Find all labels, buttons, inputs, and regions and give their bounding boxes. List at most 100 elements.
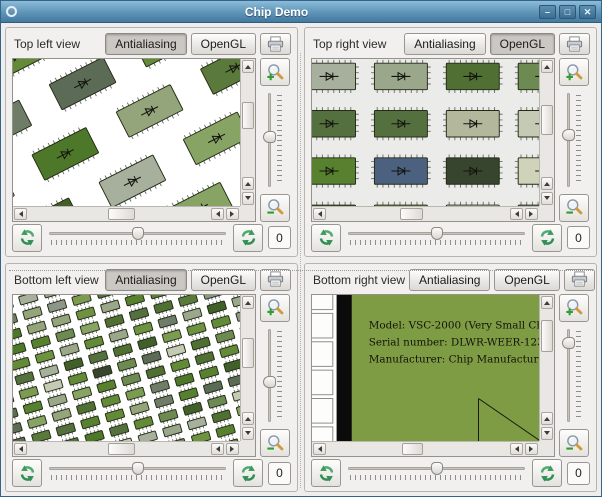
horizontal-scrollbar-thumb[interactable]	[108, 443, 136, 455]
opengl-button[interactable]: OpenGL	[489, 33, 555, 55]
rotate-slider[interactable]	[346, 225, 527, 251]
horizontal-scrollbar[interactable]	[312, 205, 539, 221]
rotate-left-button[interactable]	[311, 459, 341, 487]
rotate-right-button[interactable]	[233, 459, 263, 487]
zoom-slider-handle[interactable]	[562, 128, 575, 141]
graphics-view[interactable]	[12, 58, 256, 222]
rotate-right-button[interactable]	[532, 459, 562, 487]
vertical-scrollbar[interactable]	[240, 294, 255, 441]
zoom-slider-handle[interactable]	[263, 376, 276, 389]
rotate-slider-handle[interactable]	[430, 226, 443, 240]
zoom-slider[interactable]	[561, 327, 587, 425]
scroll-right-button[interactable]	[226, 443, 239, 455]
print-button[interactable]	[260, 268, 291, 291]
rotate-slider-handle[interactable]	[430, 462, 443, 475]
zoom-in-button[interactable]	[260, 293, 290, 322]
antialiasing-button[interactable]: Antialiasing	[105, 33, 187, 55]
rotate-slider[interactable]	[346, 460, 527, 486]
zoom-in-button[interactable]	[559, 58, 589, 86]
scroll-left-button-2[interactable]	[510, 207, 523, 220]
opengl-button[interactable]: OpenGL	[494, 268, 560, 291]
zoom-out-button[interactable]	[559, 193, 589, 222]
rotate-slider[interactable]	[47, 225, 228, 251]
opengl-button[interactable]: OpenGL	[190, 33, 256, 55]
zoom-slider[interactable]	[262, 91, 288, 189]
rotate-slider-handle[interactable]	[131, 226, 144, 240]
vertical-scrollbar[interactable]	[539, 294, 554, 441]
minimize-button[interactable]: –	[539, 4, 556, 19]
scroll-down-button[interactable]	[242, 191, 254, 205]
scroll-up-button[interactable]	[242, 295, 254, 309]
scroll-left-button-2[interactable]	[211, 443, 224, 455]
zoom-slider-handle[interactable]	[562, 337, 575, 350]
rotate-left-button[interactable]	[12, 223, 42, 252]
horizontal-scrollbar-thumb[interactable]	[401, 443, 424, 455]
scroll-left-button[interactable]	[14, 443, 27, 455]
scroll-up-button[interactable]	[541, 295, 553, 309]
scroll-up-button-2[interactable]	[541, 176, 553, 190]
antialiasing-button[interactable]: Antialiasing	[409, 268, 491, 291]
rotation-spinbox[interactable]: 0	[567, 461, 590, 485]
scroll-down-button[interactable]	[541, 191, 553, 205]
rotate-left-button[interactable]	[12, 459, 42, 487]
rotate-slider-handle[interactable]	[131, 462, 144, 475]
scroll-up-button-2[interactable]	[242, 176, 254, 190]
maximize-button[interactable]: □	[559, 4, 576, 19]
scroll-right-button[interactable]	[525, 443, 538, 455]
scroll-up-button-2[interactable]	[242, 412, 254, 425]
vertical-scrollbar-thumb[interactable]	[541, 104, 553, 135]
rotation-spinbox[interactable]: 0	[268, 226, 291, 249]
scroll-down-button[interactable]	[242, 427, 254, 440]
antialiasing-button[interactable]: Antialiasing	[105, 268, 187, 291]
rotate-right-button[interactable]	[233, 223, 263, 252]
scrollbar-corner	[240, 441, 255, 456]
vertical-scrollbar-thumb[interactable]	[541, 320, 553, 353]
print-button[interactable]	[563, 268, 595, 291]
zoom-in-button[interactable]	[559, 293, 589, 322]
vertical-scrollbar[interactable]	[539, 59, 554, 206]
vertical-scrollbar-thumb[interactable]	[242, 101, 254, 129]
close-button[interactable]: ✕	[579, 4, 596, 19]
graphics-view[interactable]	[12, 293, 256, 457]
zoom-slider-handle[interactable]	[263, 130, 276, 143]
graphics-view[interactable]	[311, 58, 555, 222]
print-button[interactable]	[260, 33, 291, 55]
scroll-left-button-2[interactable]	[211, 207, 224, 220]
graphics-view[interactable]: Model: VSC-2000 (Very Small Chip) at 9 S…	[311, 293, 555, 457]
zoom-slider[interactable]	[561, 91, 587, 189]
rotate-right-button[interactable]	[532, 223, 562, 252]
antialiasing-button[interactable]: Antialiasing	[404, 33, 486, 55]
splitter-horizontal[interactable]	[9, 269, 593, 271]
horizontal-scrollbar[interactable]	[312, 441, 539, 456]
scroll-down-button[interactable]	[541, 427, 553, 440]
scroll-up-button[interactable]	[242, 60, 254, 73]
scroll-up-button-2[interactable]	[541, 412, 553, 425]
horizontal-scrollbar[interactable]	[13, 441, 240, 456]
rotate-left-button[interactable]	[311, 223, 341, 252]
horizontal-scrollbar-thumb[interactable]	[108, 207, 136, 220]
zoom-out-button[interactable]	[260, 193, 290, 222]
scroll-left-button[interactable]	[313, 443, 326, 455]
opengl-button[interactable]: OpenGL	[190, 268, 256, 291]
zoom-out-button[interactable]	[559, 429, 589, 457]
vertical-scrollbar[interactable]	[240, 59, 255, 206]
zoom-out-button[interactable]	[260, 429, 290, 457]
scroll-right-button[interactable]	[226, 207, 239, 220]
horizontal-scrollbar-thumb[interactable]	[400, 207, 424, 220]
rotation-spinbox[interactable]: 0	[268, 461, 291, 485]
vertical-scrollbar-thumb[interactable]	[242, 338, 254, 369]
scroll-up-button[interactable]	[541, 60, 553, 73]
zoom-in-button[interactable]	[260, 58, 290, 86]
scroll-left-button[interactable]	[14, 207, 27, 220]
splitter-vertical[interactable]	[300, 53, 301, 488]
window-menu-icon[interactable]	[6, 6, 17, 17]
rotate-slider[interactable]	[47, 460, 228, 486]
horizontal-scrollbar[interactable]	[13, 205, 240, 221]
zoom-slider[interactable]	[262, 327, 288, 425]
scroll-right-button[interactable]	[525, 207, 538, 220]
print-button[interactable]	[559, 33, 590, 55]
scroll-left-button[interactable]	[313, 207, 326, 220]
rotation-spinbox[interactable]: 0	[567, 226, 590, 249]
title-bar[interactable]: Chip Demo – □ ✕	[1, 1, 601, 23]
scroll-left-button-2[interactable]	[510, 443, 523, 455]
